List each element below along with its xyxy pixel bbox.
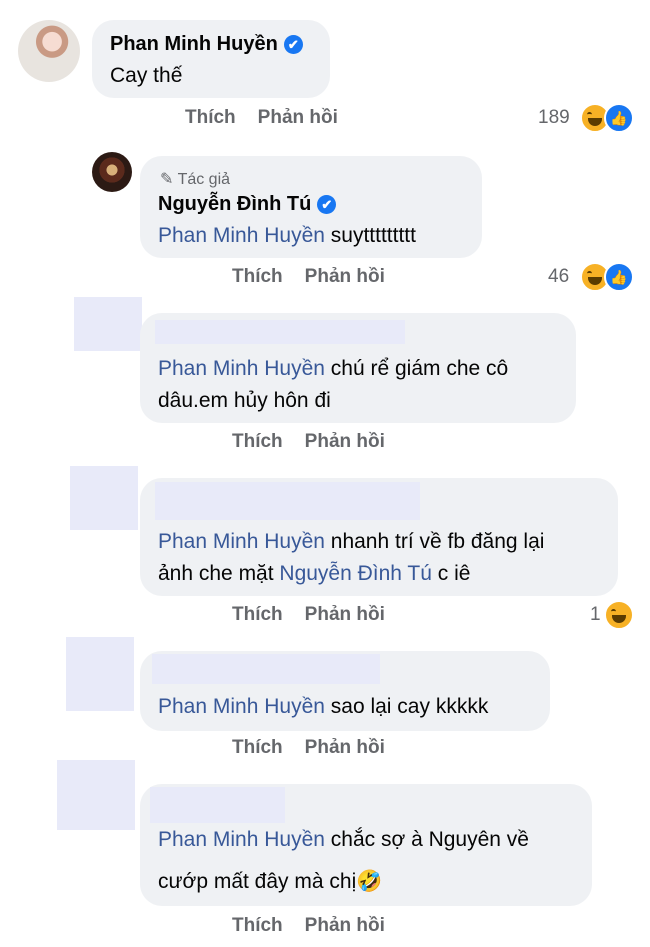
mention-link[interactable]: Phan Minh Huyền: [158, 530, 325, 553]
redacted-avatar: [70, 466, 138, 530]
like-reaction-icon: 👍: [604, 103, 634, 133]
comment-body: chú rể giám che cô: [324, 357, 509, 380]
reply-button[interactable]: Phản hồi: [305, 431, 385, 452]
mention-link[interactable]: Phan Minh Huyền: [158, 828, 325, 851]
author-badge-label: Tác giả: [177, 171, 231, 188]
reaction-count[interactable]: 189: [538, 107, 570, 129]
comment-text: Phan Minh Huyền chú rể giám che cô: [158, 353, 508, 385]
redacted-author-name: [150, 787, 285, 823]
comment-body: chắc sợ à Nguyên về: [324, 828, 529, 851]
verified-icon: ✔: [283, 35, 303, 54]
redacted-avatar: [74, 297, 142, 351]
reaction-count[interactable]: 46: [548, 266, 569, 288]
mention-link[interactable]: Phan Minh Huyền: [158, 357, 325, 380]
comment-text-line2: cướp mất đây mà chị🤣: [158, 866, 382, 898]
redacted-author-name: [152, 654, 380, 684]
comment-actions: Thích Phản hồi: [232, 737, 407, 759]
pencil-icon: ✎: [160, 171, 174, 188]
haha-reaction-icon: [604, 600, 634, 630]
author-badge: ✎ Tác giả: [160, 169, 230, 189]
redacted-author-name: [155, 320, 405, 344]
like-button[interactable]: Thích: [232, 915, 283, 936]
mention-link[interactable]: Nguyễn Đình Tú: [279, 562, 432, 585]
comment-author[interactable]: Nguyễn Đình Tú ✔: [158, 193, 337, 216]
comment-actions: Thích Phản hồi: [185, 107, 360, 129]
comment-text: Phan Minh Huyền suyttttttttt: [158, 220, 416, 252]
verified-icon: ✔: [317, 195, 337, 214]
comment-text: Phan Minh Huyền chắc sợ à Nguyên về: [158, 824, 529, 856]
reaction-count[interactable]: 1: [590, 604, 601, 626]
like-button[interactable]: Thích: [232, 604, 283, 625]
like-button[interactable]: Thích: [232, 431, 283, 452]
comment-text: Cay thế: [110, 64, 183, 87]
reply-button[interactable]: Phản hồi: [305, 915, 385, 936]
comment-actions: Thích Phản hồi: [232, 266, 407, 288]
redacted-avatar: [66, 637, 134, 711]
like-button[interactable]: Thích: [232, 266, 283, 287]
redacted-avatar: [57, 760, 135, 830]
comment-actions: Thích Phản hồi: [232, 604, 407, 626]
redacted-author-name: [155, 482, 420, 520]
author-name[interactable]: Nguyễn Đình Tú: [158, 193, 311, 215]
reply-button[interactable]: Phản hồi: [258, 107, 338, 128]
comment-body: cướp mất đây mà chị: [158, 870, 357, 893]
comment-actions: Thích Phản hồi: [232, 431, 407, 453]
comment-body: suyttttttttt: [324, 224, 416, 247]
reply-button[interactable]: Phản hồi: [305, 737, 385, 758]
comment-author[interactable]: Phan Minh Huyền ✔: [110, 33, 303, 56]
comment-body: sao lại cay kkkkk: [324, 695, 489, 718]
comment-text: Phan Minh Huyền nhanh trí về fb đăng lại: [158, 526, 544, 558]
like-reaction-icon: 👍: [604, 262, 634, 292]
comment-text-line2: dâu.em hủy hôn đi: [158, 389, 331, 412]
rofl-emoji-icon: 🤣: [356, 870, 383, 893]
comment-text: Phan Minh Huyền sao lại cay kkkkk: [158, 691, 488, 723]
reply-button[interactable]: Phản hồi: [305, 604, 385, 625]
comment-body: nhanh trí về fb đăng lại: [324, 530, 545, 553]
avatar[interactable]: [18, 20, 80, 82]
comment-actions: Thích Phản hồi: [232, 915, 407, 937]
like-button[interactable]: Thích: [185, 107, 236, 128]
like-button[interactable]: Thích: [232, 737, 283, 758]
comment-body: ảnh che mặt: [158, 562, 280, 585]
mention-link[interactable]: Phan Minh Huyền: [158, 695, 325, 718]
comment-text-line2: ảnh che mặt Nguyễn Đình Tú c iê: [158, 558, 470, 590]
reply-button[interactable]: Phản hồi: [305, 266, 385, 287]
author-name[interactable]: Phan Minh Huyền: [110, 33, 278, 55]
comment-body-suffix: c iê: [431, 562, 471, 585]
mention-link[interactable]: Phan Minh Huyền: [158, 224, 325, 247]
avatar[interactable]: [92, 152, 132, 192]
